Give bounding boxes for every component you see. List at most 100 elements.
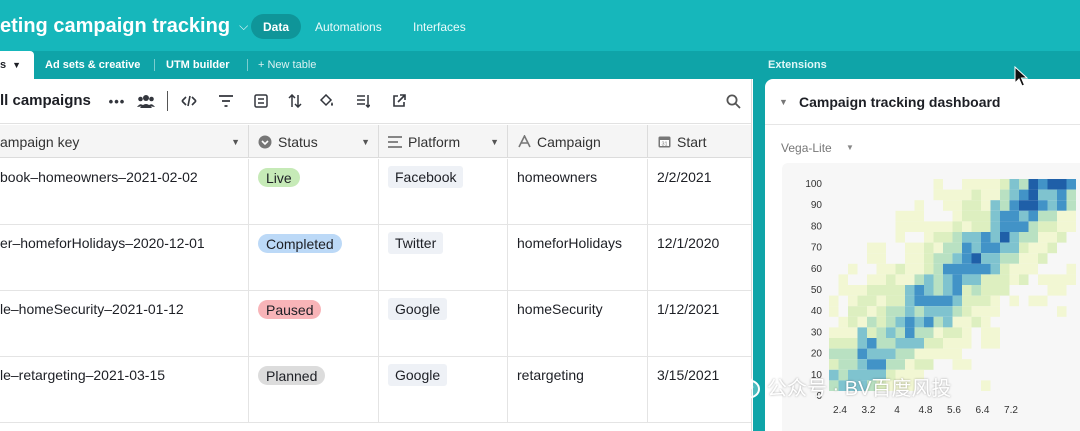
heatmap-cell [895, 338, 905, 349]
heatmap-cell [914, 359, 924, 370]
heatmap-cell [952, 232, 962, 243]
sort-icon[interactable] [286, 92, 304, 110]
cell-start[interactable]: 12/1/2020 [648, 225, 751, 291]
heatmap-cell [933, 316, 943, 328]
cell-campaign[interactable]: homeowners [508, 159, 648, 225]
nav-tab-interfaces[interactable]: Interfaces [401, 14, 478, 39]
filter-icon[interactable] [217, 92, 235, 110]
column-header-campaign-key[interactable]: ampaign key ▼ [0, 125, 249, 158]
cell-campaign-key[interactable]: le–homeSecurity–2021-01-12 [0, 291, 249, 357]
heatmap-cell [848, 263, 858, 275]
column-header-campaign[interactable]: Campaign [508, 125, 648, 158]
heatmap-cell [914, 200, 924, 211]
heatmap-cell [924, 327, 934, 338]
nav-tab-automations[interactable]: Automations [303, 14, 394, 39]
heatmap-cell [1000, 274, 1010, 285]
heatmap-cell [1066, 200, 1076, 211]
heatmap-cell [1000, 189, 1010, 201]
block-type-label[interactable]: Vega-Lite [781, 141, 832, 155]
cell-platform[interactable]: Google [379, 357, 508, 423]
extension-title[interactable]: Campaign tracking dashboard [799, 94, 1000, 110]
y-tick-label: 70 [811, 243, 823, 254]
chevron-down-icon[interactable]: ▼ [490, 137, 499, 147]
cell-platform[interactable]: Twitter [379, 225, 508, 291]
cell-campaign[interactable]: homeSecurity [508, 291, 648, 357]
cell-campaign-key[interactable]: le–retargeting–2021-03-15 [0, 357, 249, 423]
cell-text: homeowners [517, 169, 598, 185]
heatmap-cell [1019, 189, 1029, 201]
heatmap-cell [895, 285, 905, 296]
heatmap-cell [933, 338, 943, 349]
group-icon[interactable] [252, 92, 270, 110]
cell-start[interactable]: 2/2/2021 [648, 159, 751, 225]
heatmap-cell [1066, 274, 1076, 285]
heatmap-cell [971, 179, 981, 190]
cell-campaign[interactable]: homeforHolidays [508, 225, 648, 291]
heatmap-cell [876, 316, 886, 328]
column-header-start[interactable]: 31 Start [648, 125, 751, 158]
column-header-platform[interactable]: Platform ▼ [379, 125, 508, 158]
table-tab-current[interactable]: s ▼ [0, 51, 34, 79]
cell-platform[interactable]: Facebook [379, 159, 508, 225]
chevron-down-icon[interactable]: ▼ [361, 137, 370, 147]
collaborators-icon[interactable] [137, 92, 155, 110]
heatmap-cell [1047, 221, 1057, 232]
heatmap-cell [1028, 263, 1038, 275]
chevron-down-icon[interactable]: ▼ [846, 143, 854, 152]
nav-tab-data[interactable]: Data [251, 14, 302, 39]
heatmap-cell [876, 263, 886, 275]
cell-campaign-key[interactable]: er–homeforHolidays–2020-12-01 [0, 225, 249, 291]
new-table-button[interactable]: + New table [258, 51, 316, 79]
cell-status[interactable]: Planned [249, 357, 379, 423]
table-tab-utm-builder[interactable]: UTM builder [156, 51, 248, 79]
y-tick-label: 50 [811, 285, 823, 296]
collapse-caret-icon[interactable]: ▼ [779, 97, 788, 107]
color-icon[interactable] [318, 92, 336, 110]
heatmap-cell [971, 200, 981, 211]
heatmap-cell [876, 253, 886, 264]
heatmap-cell [1038, 295, 1048, 307]
heatmap-cell [1047, 179, 1057, 190]
cell-status[interactable]: Completed [249, 225, 379, 291]
cell-campaign[interactable]: retargeting [508, 357, 648, 423]
heatmap-cell [1038, 179, 1048, 190]
table-tab-ad-sets[interactable]: Ad sets & creative [35, 51, 155, 79]
cell-campaign-key[interactable]: book–homeowners–2021-02-02 [0, 159, 249, 225]
heatmap-cell [943, 348, 953, 360]
heatmap-cell [914, 263, 924, 275]
cell-start[interactable]: 1/12/2021 [648, 291, 751, 357]
search-icon[interactable] [724, 92, 742, 110]
heatmap-cell [829, 327, 839, 338]
column-header-status[interactable]: Status ▼ [249, 125, 379, 158]
heatmap-cell [962, 327, 972, 338]
more-icon[interactable]: ••• [108, 92, 126, 110]
heatmap-cell [876, 359, 886, 370]
heatmap-cell [1009, 242, 1019, 254]
chevron-down-icon[interactable]: ⌵ [239, 19, 248, 34]
heatmap-cell [1000, 263, 1010, 275]
cell-platform[interactable]: Google [379, 291, 508, 357]
view-name[interactable]: ll campaigns [0, 92, 91, 109]
x-tick-label: 5.6 [947, 405, 961, 416]
cell-status[interactable]: Paused [249, 291, 379, 357]
heatmap-cell [924, 316, 934, 328]
cell-status[interactable]: Live [249, 159, 379, 225]
chevron-down-icon[interactable]: ▼ [231, 137, 240, 147]
table-row[interactable]: er–homeforHolidays–2020-12-01 Completed … [0, 225, 751, 291]
chevron-down-icon[interactable]: ▼ [12, 60, 21, 70]
table-row[interactable]: le–homeSecurity–2021-01-12 Paused Google… [0, 291, 751, 357]
heatmap-cell [962, 274, 972, 285]
heatmap-cell [943, 263, 953, 275]
table-row[interactable]: le–retargeting–2021-03-15 Planned Google… [0, 357, 751, 423]
hide-fields-icon[interactable] [180, 92, 198, 110]
share-view-icon[interactable] [390, 92, 408, 110]
base-title[interactable]: eting campaign tracking ⌵ [0, 13, 248, 39]
watermark: 公众号 · BV百度风投 [727, 371, 951, 401]
heatmap-cell [895, 306, 905, 317]
heatmap-cell [924, 274, 934, 285]
heatmap-cell [857, 306, 867, 317]
row-height-icon[interactable] [354, 92, 372, 110]
table-row[interactable]: book–homeowners–2021-02-02 Live Facebook… [0, 159, 751, 225]
heatmap-cell [990, 189, 1000, 201]
heatmap-cell [971, 295, 981, 307]
